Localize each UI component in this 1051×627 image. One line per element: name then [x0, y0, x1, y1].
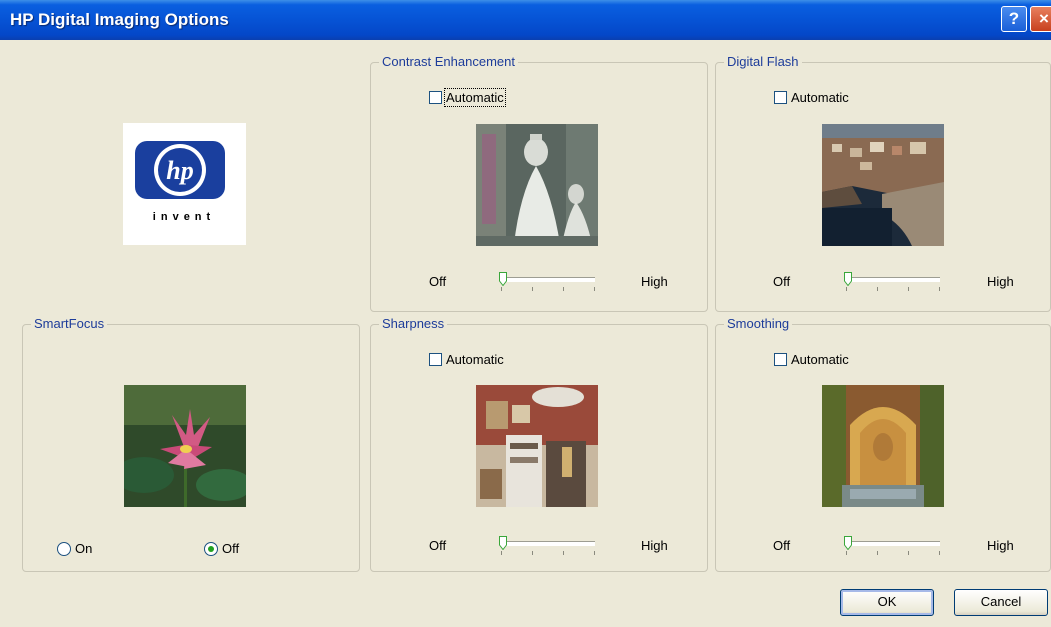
contrast-enhancement-group: Contrast Enhancement Automatic Off High	[370, 54, 708, 312]
sharpness-slider[interactable]	[499, 536, 595, 557]
sharpness-automatic-checkbox[interactable]: Automatic	[429, 350, 504, 368]
smoothing-group: Smoothing Automatic Off High	[715, 316, 1051, 572]
flash-slider[interactable]	[844, 272, 940, 293]
hp-logo: hp invent	[123, 123, 246, 245]
slider-track	[846, 541, 940, 546]
group-label-smartfocus: SmartFocus	[31, 316, 108, 332]
slider-tick	[594, 551, 595, 555]
checkbox-label: Automatic	[444, 87, 506, 107]
smartfocus-off-label: Off	[222, 541, 240, 556]
smartfocus-group: SmartFocus On Off	[22, 316, 360, 572]
close-button[interactable]: ×	[1030, 6, 1051, 32]
sharpness-high-label: High	[641, 538, 668, 553]
logo-mark: hp	[166, 156, 193, 185]
digital-flash-group: Digital Flash Automatic Off High	[715, 54, 1051, 312]
ok-button[interactable]: OK	[840, 589, 934, 616]
slider-tick	[532, 287, 533, 291]
flash-automatic-checkbox[interactable]: Automatic	[774, 88, 849, 106]
smartfocus-on-radio[interactable]	[57, 542, 71, 556]
help-icon: ?	[1008, 9, 1020, 28]
title-bar[interactable]: HP Digital Imaging Options ? ×	[0, 0, 1051, 40]
contrast-preview-image	[476, 124, 598, 246]
logo-tagline: invent	[153, 211, 215, 223]
checkbox-box[interactable]	[774, 352, 787, 366]
smartfocus-off-radio[interactable]	[204, 542, 218, 556]
slider-tick	[877, 551, 878, 555]
group-label-contrast: Contrast Enhancement	[379, 54, 518, 70]
sharpness-group: Sharpness Automatic Off High	[370, 316, 708, 572]
checkbox-label: Automatic	[791, 351, 849, 367]
radio-selected-dot	[208, 546, 214, 552]
smoothing-automatic-checkbox[interactable]: Automatic	[774, 350, 849, 368]
slider-thumb[interactable]	[499, 536, 507, 550]
sharpness-off-label: Off	[429, 538, 447, 553]
window-title: HP Digital Imaging Options	[10, 10, 229, 29]
slider-thumb[interactable]	[844, 536, 852, 550]
checkbox-box[interactable]	[774, 90, 787, 104]
group-label-smoothing: Smoothing	[724, 316, 793, 332]
contrast-slider[interactable]	[499, 272, 595, 293]
dialog-window: HP Digital Imaging Options ? × hp invent…	[0, 0, 1051, 627]
flash-off-label: Off	[773, 274, 791, 289]
contrast-automatic-checkbox[interactable]: Automatic	[429, 87, 506, 107]
group-label-sharpness: Sharpness	[379, 316, 448, 332]
slider-tick	[846, 287, 847, 291]
contrast-off-label: Off	[429, 274, 447, 289]
slider-tick	[877, 287, 878, 291]
sharpness-preview-image	[476, 385, 598, 507]
slider-tick	[501, 551, 502, 555]
checkbox-label: Automatic	[791, 89, 849, 105]
slider-track	[846, 277, 940, 282]
smartfocus-preview-image	[124, 385, 246, 507]
smartfocus-on-label: On	[75, 541, 93, 556]
smoothing-preview-image	[822, 385, 944, 507]
close-icon: ×	[1039, 9, 1049, 28]
checkbox-box[interactable]	[429, 90, 442, 104]
group-label-flash: Digital Flash	[724, 54, 802, 70]
slider-tick	[501, 287, 502, 291]
slider-thumb[interactable]	[499, 272, 507, 286]
contrast-high-label: High	[641, 274, 668, 289]
slider-tick	[563, 551, 564, 555]
smoothing-high-label: High	[987, 538, 1014, 553]
slider-tick	[563, 287, 564, 291]
slider-tick	[532, 551, 533, 555]
slider-thumb[interactable]	[844, 272, 852, 286]
cancel-button[interactable]: Cancel	[954, 589, 1048, 616]
flash-high-label: High	[987, 274, 1014, 289]
slider-tick	[908, 551, 909, 555]
slider-tick	[908, 287, 909, 291]
smoothing-off-label: Off	[773, 538, 791, 553]
smoothing-slider[interactable]	[844, 536, 940, 557]
slider-tick	[939, 287, 940, 291]
checkbox-box[interactable]	[429, 352, 442, 366]
checkbox-label: Automatic	[446, 351, 504, 367]
slider-tick	[939, 551, 940, 555]
flash-preview-image	[822, 124, 944, 246]
help-button[interactable]: ?	[1001, 6, 1027, 32]
slider-track	[501, 277, 595, 282]
slider-tick	[594, 287, 595, 291]
slider-track	[501, 541, 595, 546]
slider-tick	[846, 551, 847, 555]
